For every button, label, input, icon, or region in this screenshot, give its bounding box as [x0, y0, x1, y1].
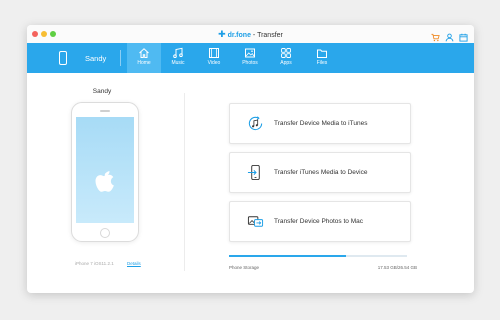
device-model-info: iPhone 7 iOS11.2.1 [75, 261, 114, 266]
device-screen [76, 117, 134, 223]
tab-apps[interactable]: Apps [269, 43, 303, 73]
storage-value: 17.53 GB/26.54 GB [377, 265, 417, 270]
to-device-icon [247, 164, 260, 181]
panel-divider [184, 93, 185, 271]
device-image [71, 102, 139, 242]
transfer-to-mac-button[interactable]: Transfer Device Photos to Mac [229, 201, 411, 242]
tab-files[interactable]: Files [305, 43, 339, 73]
tab-video[interactable]: Video [197, 43, 231, 73]
phone-speaker [100, 110, 110, 112]
photos-icon [245, 48, 255, 58]
tab-music[interactable]: Music [161, 43, 195, 73]
tab-video-label: Video [207, 60, 221, 66]
apps-icon [281, 48, 291, 58]
main-nav-bar: Sandy Home Music Video Photos Apps Files [27, 43, 474, 73]
transfer-to-device-button[interactable]: Transfer iTunes Media to Device [229, 152, 411, 193]
itunes-icon [248, 116, 263, 131]
transfer-to-device-label: Transfer iTunes Media to Device [274, 169, 368, 176]
tab-photos[interactable]: Photos [233, 43, 267, 73]
phone-icon [59, 51, 67, 65]
cart-icon[interactable] [431, 29, 440, 42]
device-title: Sandy [92, 88, 112, 95]
app-brand: ✚ dr.fone - Transfer [27, 25, 474, 43]
details-link[interactable]: Details [127, 261, 141, 266]
brand-name: dr.fone [227, 32, 251, 39]
home-icon [139, 48, 149, 58]
calendar-icon[interactable] [459, 29, 468, 42]
files-icon [317, 49, 327, 58]
device-name: Sandy [85, 53, 107, 63]
storage-progress-bar [229, 255, 407, 257]
home-button [100, 228, 110, 238]
transfer-to-mac-label: Transfer Device Photos to Mac [274, 218, 363, 225]
tab-apps-label: Apps [280, 60, 292, 66]
storage-progress-fill [229, 255, 347, 257]
app-window: ✚ dr.fone - Transfer Sandy Home Music Vi… [27, 25, 474, 293]
device-selector[interactable]: Sandy [59, 43, 106, 73]
tab-home[interactable]: Home [127, 43, 161, 73]
music-icon [173, 47, 183, 58]
to-mac-icon [247, 216, 264, 227]
video-icon [209, 48, 219, 58]
brand-logo-icon: ✚ [218, 29, 226, 39]
apple-logo-icon [95, 171, 114, 192]
storage-label: Phone Storage [229, 265, 260, 270]
tab-files-label: Files [316, 60, 328, 66]
user-icon[interactable] [445, 29, 454, 42]
transfer-to-itunes-button[interactable]: Transfer Device Media to iTunes [229, 103, 411, 144]
title-bar: ✚ dr.fone - Transfer [27, 25, 474, 43]
nav-divider [120, 50, 121, 66]
tab-music-label: Music [171, 60, 185, 66]
brand-section: - Transfer [252, 32, 283, 39]
tab-photos-label: Photos [242, 60, 258, 66]
transfer-to-itunes-label: Transfer Device Media to iTunes [274, 120, 368, 127]
tab-home-label: Home [137, 60, 151, 66]
